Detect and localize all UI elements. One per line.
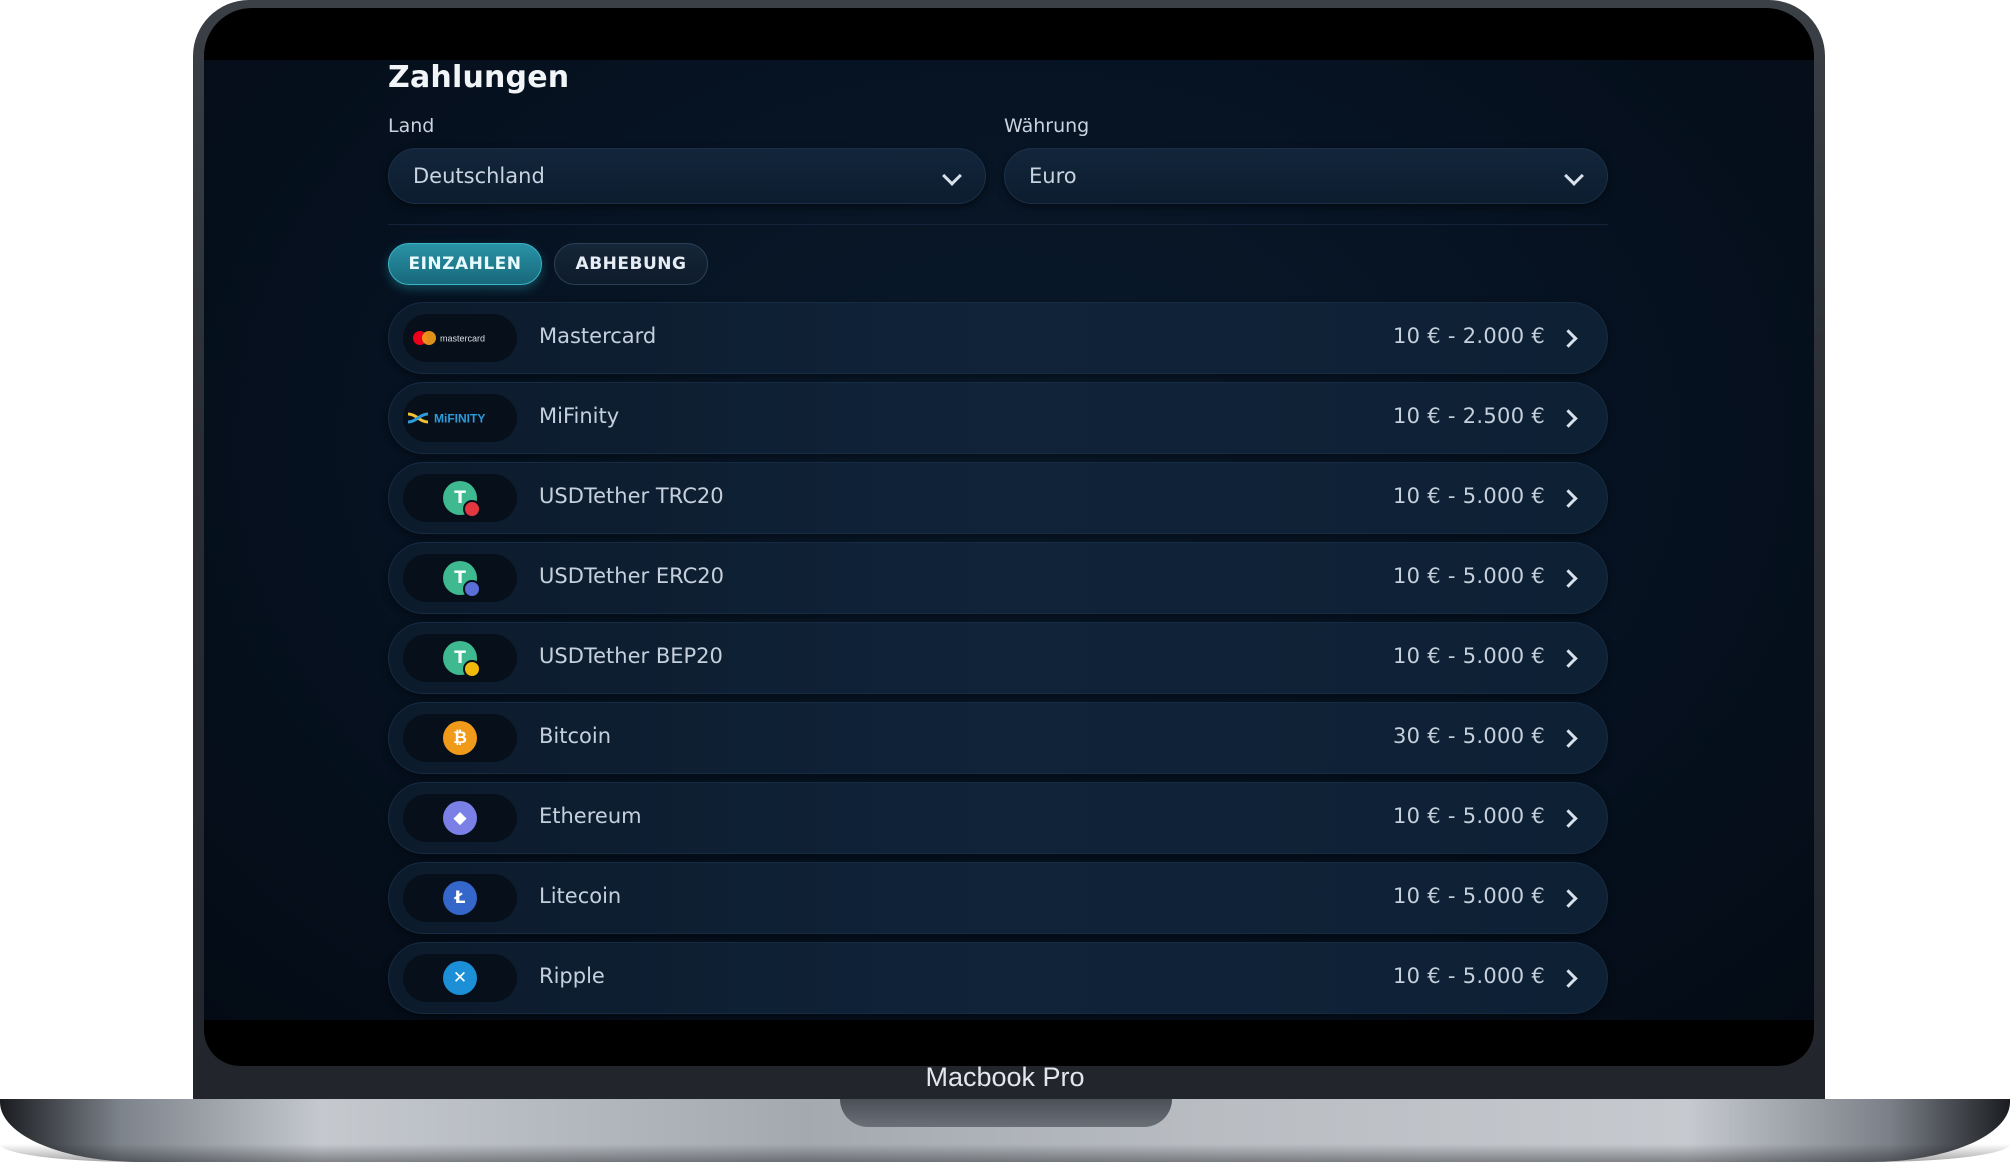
payment-limit-range: 10 € - 5.000 € [1392,644,1545,668]
mastercard-logo-icon: mastercard [413,331,485,345]
payment-method-name: Ethereum [539,804,642,828]
chevron-right-icon [1559,809,1578,828]
payment-logo: T [403,554,517,602]
payment-method-name: Bitcoin [539,724,612,748]
chevron-right-icon [1559,729,1578,748]
payment-method-row[interactable]: Ł Litecoin 10 € - 5.000 € [388,862,1608,934]
payment-method-name: Litecoin [539,884,622,908]
mifinity-logo-icon: MiFINITY [407,412,485,426]
mastercard-wordmark: mastercard [440,334,485,344]
laptop-notch [840,1099,1172,1127]
tether-icon: T [443,481,481,518]
payment-method-row[interactable]: mastercard Mastercard 10 € - 2.000 € [388,302,1608,374]
chevron-right-icon [1559,649,1578,668]
payment-logo: ✕ [403,954,517,1002]
payment-method-name: USDTether ERC20 [539,564,725,588]
payment-limit-range: 10 € - 2.000 € [1392,324,1545,348]
chevron-right-icon [1559,569,1578,588]
currency-label: Währung [1004,115,1090,137]
payment-logo: mastercard [403,314,517,362]
payment-method-row[interactable]: MiFINITY MiFinity 10 € - 2.500 € [388,382,1608,454]
payment-logo: ₿ [403,714,517,762]
payment-method-row[interactable]: ◆ Ethereum 10 € - 5.000 € [388,782,1608,854]
network-badge-icon [463,660,481,678]
bitcoin-icon: ₿ [443,721,477,755]
payment-method-row[interactable]: T USDTether TRC20 10 € - 5.000 € [388,462,1608,534]
payment-limit-range: 10 € - 2.500 € [1392,404,1545,428]
payment-logo: ◆ [403,794,517,842]
divider [388,224,1608,225]
litecoin-icon: Ł [443,881,477,915]
screen: Zahlungen Land Deutschland Währung Euro … [204,60,1814,1020]
payment-method-name: USDTether TRC20 [539,484,724,508]
tether-icon: T [443,641,481,678]
chevron-right-icon [1559,409,1578,428]
payment-method-row[interactable]: T USDTether ERC20 10 € - 5.000 € [388,542,1608,614]
ripple-icon: ✕ [443,961,477,995]
ethereum-icon: ◆ [443,801,477,835]
tab-deposit[interactable]: EINZAHLEN [388,243,542,285]
payment-logo: T [403,474,517,522]
chevron-right-icon [1559,329,1578,348]
mifinity-wordmark: MiFINITY [434,412,485,426]
payment-limit-range: 10 € - 5.000 € [1392,564,1545,588]
chevron-right-icon [1559,969,1578,988]
payment-method-row[interactable]: T USDTether BEP20 10 € - 5.000 € [388,622,1608,694]
payment-method-name: Mastercard [539,324,657,348]
payment-limit-range: 10 € - 5.000 € [1392,484,1545,508]
payment-method-name: MiFinity [539,404,620,428]
tether-icon: T [443,561,481,598]
network-badge-icon [463,500,481,518]
payment-limit-range: 10 € - 5.000 € [1392,964,1545,988]
payment-limit-range: 10 € - 5.000 € [1392,884,1545,908]
country-label: Land [388,115,435,137]
payment-logo: Ł [403,874,517,922]
country-select[interactable]: Deutschland [388,148,986,204]
payment-method-name: Ripple [539,964,605,988]
payment-method-name: USDTether BEP20 [539,644,723,668]
chevron-right-icon [1559,489,1578,508]
payment-logo: T [403,634,517,682]
payment-limit-range: 30 € - 5.000 € [1392,724,1545,748]
chevron-down-icon [1564,166,1584,186]
currency-select[interactable]: Euro [1004,148,1608,204]
device-label: Macbook Pro [925,1062,1085,1092]
tab-withdrawal[interactable]: ABHEBUNG [554,243,708,285]
page-title: Zahlungen [388,60,570,95]
stage: Zahlungen Land Deutschland Währung Euro … [0,0,2010,1162]
chevron-down-icon [942,166,962,186]
payment-method-row[interactable]: ₿ Bitcoin 30 € - 5.000 € [388,702,1608,774]
payment-method-row[interactable]: ✕ Ripple 10 € - 5.000 € [388,942,1608,1014]
network-badge-icon [463,580,481,598]
currency-value: Euro [1029,164,1077,188]
country-value: Deutschland [413,164,545,188]
payment-logo: MiFINITY [403,394,517,442]
payment-limit-range: 10 € - 5.000 € [1392,804,1545,828]
chevron-right-icon [1559,889,1578,908]
